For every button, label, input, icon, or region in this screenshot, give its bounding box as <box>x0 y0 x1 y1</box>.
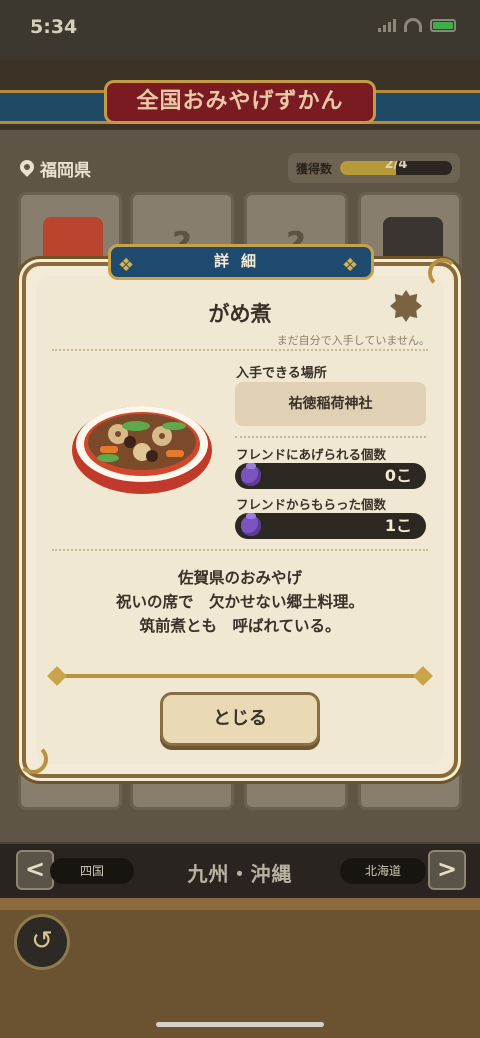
give-count-bar: 0こ <box>235 463 426 489</box>
bag-icon <box>241 513 261 536</box>
description-line-1: 佐賀県のおみやげ <box>177 569 302 587</box>
received-count-value: 1こ <box>384 516 412 535</box>
source-label: 入手できる場所 <box>236 366 327 381</box>
received-count-bar: 1こ <box>235 513 426 539</box>
detail-header: 詳細 <box>108 244 374 280</box>
item-image <box>72 406 212 494</box>
ornament-icon: ❖ <box>118 255 135 276</box>
bag-icon <box>241 463 261 486</box>
ornament-icon: ❖ <box>342 255 359 276</box>
received-count-label: フレンドからもらった個数 <box>236 497 387 512</box>
item-name: がめ煮 <box>208 302 272 326</box>
corner-ornament <box>18 744 48 774</box>
close-button[interactable]: とじる <box>160 692 320 746</box>
corner-ornament <box>428 258 458 288</box>
dotted-divider <box>235 436 426 438</box>
not-owned-note: まだ自分で入手していません。 <box>276 334 430 347</box>
ornamental-divider <box>52 674 428 678</box>
give-count-label: フレンドにあげられる個数 <box>236 447 387 462</box>
description-line-2: 祝いの席で 欠かせない郷土料理。 <box>115 593 364 611</box>
description-line-3: 筑前煮とも 呼ばれている。 <box>139 617 341 635</box>
dotted-divider <box>52 549 428 551</box>
give-count-value: 0こ <box>384 466 412 485</box>
dotted-divider <box>52 349 428 351</box>
source-value: 祐徳稲荷神社 <box>235 382 426 426</box>
